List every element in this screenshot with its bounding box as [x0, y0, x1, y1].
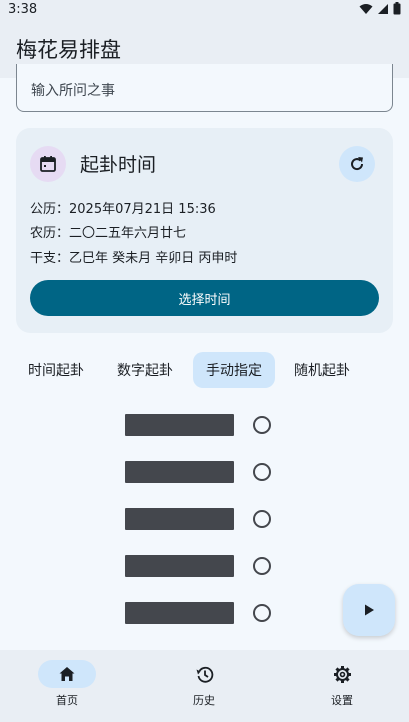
bottom-navigation: 首页 历史 设置 — [0, 650, 409, 722]
start-casting-fab[interactable] — [343, 584, 395, 636]
yao-line[interactable] — [125, 555, 234, 577]
home-icon — [59, 667, 75, 681]
nav-item-history[interactable]: 历史 — [154, 660, 254, 716]
system-icons — [359, 2, 401, 15]
calendar-icon — [40, 156, 56, 172]
play-icon — [365, 604, 374, 616]
nav-label-history: 历史 — [193, 694, 215, 707]
time-card-title: 起卦时间 — [80, 154, 157, 176]
yao-line-row — [125, 508, 285, 530]
signal-icon — [378, 3, 388, 14]
question-input[interactable]: 输入所问之事 — [16, 64, 393, 112]
app-title: 梅花易排盘 — [16, 38, 121, 62]
yao-line[interactable] — [125, 508, 234, 530]
settings-icon — [333, 665, 351, 683]
moving-line-toggle[interactable] — [253, 604, 271, 622]
yao-line-row — [125, 555, 285, 577]
nav-item-settings[interactable]: 设置 — [292, 660, 392, 716]
moving-line-toggle[interactable] — [253, 416, 271, 434]
moving-line-toggle[interactable] — [253, 463, 271, 481]
nav-indicator — [175, 660, 233, 688]
refresh-icon — [351, 157, 364, 171]
ganzhi-date: 干支：乙巳年 癸未月 辛卯日 丙申时 — [30, 251, 238, 266]
tab-manual-casting[interactable]: 手动指定 — [193, 352, 275, 388]
wifi-icon — [359, 3, 373, 14]
yao-line-row — [125, 602, 285, 624]
moving-line-toggle[interactable] — [253, 557, 271, 575]
moving-line-toggle[interactable] — [253, 510, 271, 528]
yao-line[interactable] — [125, 414, 234, 436]
nav-item-home[interactable]: 首页 — [17, 660, 117, 716]
tab-random-casting[interactable]: 随机起卦 — [282, 352, 362, 388]
gregorian-date: 公历：2025年07月21日 15:36 — [30, 202, 216, 217]
refresh-button[interactable] — [339, 146, 375, 182]
tab-number-casting[interactable]: 数字起卦 — [105, 352, 185, 388]
divination-time-card: 起卦时间 公历：2025年07月21日 15:36 农历：二〇二五年六月廿七 干… — [16, 128, 393, 333]
lunar-date: 农历：二〇二五年六月廿七 — [30, 226, 187, 241]
nav-label-home: 首页 — [56, 694, 78, 707]
select-time-button[interactable]: 选择时间 — [30, 280, 379, 316]
status-bar: 3:38 — [0, 0, 409, 20]
history-icon — [196, 666, 213, 683]
tab-time-casting[interactable]: 时间起卦 — [16, 352, 96, 388]
battery-icon — [393, 2, 401, 15]
yao-line-row — [125, 461, 285, 483]
nav-label-settings: 设置 — [331, 694, 353, 707]
nav-indicator — [313, 660, 371, 688]
yao-line[interactable] — [125, 602, 234, 624]
question-placeholder: 输入所问之事 — [31, 83, 115, 99]
yao-line-row — [125, 414, 285, 436]
status-time: 3:38 — [8, 2, 38, 17]
nav-indicator — [38, 660, 96, 688]
casting-mode-tabs: 时间起卦 数字起卦 手动指定 随机起卦 — [16, 352, 393, 388]
calendar-icon-badge — [30, 146, 66, 182]
yao-line[interactable] — [125, 461, 234, 483]
